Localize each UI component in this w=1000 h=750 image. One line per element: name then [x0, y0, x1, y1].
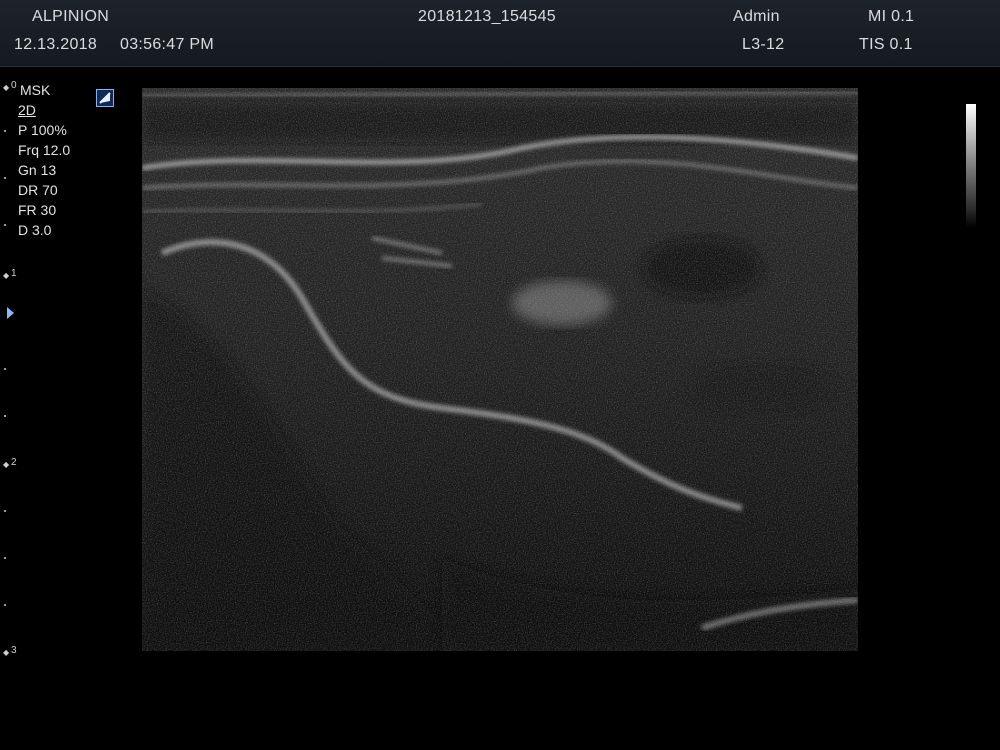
mode-label[interactable]: 2D: [18, 102, 36, 118]
depth-value: D 3.0: [18, 222, 52, 238]
preset-label: MSK: [20, 82, 51, 98]
brand-label: ALPINION: [32, 8, 110, 25]
exam-time: 03:56:47 PM: [120, 36, 215, 53]
power-value: P 100%: [18, 122, 67, 138]
frame-rate-value: FR 30: [18, 202, 57, 218]
frequency-value: Frq 12.0: [18, 142, 71, 158]
probe-name: L3-12: [742, 36, 785, 53]
focus-marker-icon[interactable]: [7, 307, 14, 319]
orientation-marker-icon: [96, 89, 114, 107]
depth-minor-tick: [4, 368, 6, 370]
ultrasound-image-graphic: [142, 88, 858, 651]
depth-minor-tick: [4, 510, 6, 512]
depth-tick: ◆: [3, 271, 10, 280]
depth-label-0: 0: [11, 80, 17, 91]
depth-tick: ◆: [3, 83, 10, 92]
depth-minor-tick: [4, 415, 6, 417]
depth-minor-tick: [4, 177, 6, 179]
header-bar: ALPINION 12.13.2018 03:56:47 PM 20181213…: [0, 0, 1000, 67]
depth-scale: ◆ 0 ◆ 1 ◆ 2 ◆ 3: [0, 80, 20, 670]
depth-tick: ◆: [3, 460, 10, 469]
exam-id: 20181213_154545: [418, 8, 556, 25]
gain-value: Gn 13: [18, 162, 57, 178]
depth-label-3: 3: [11, 645, 17, 656]
dynamic-range-value: DR 70: [18, 182, 58, 198]
depth-minor-tick: [4, 130, 6, 132]
thermal-index: TIS 0.1: [859, 36, 913, 53]
depth-tick: ◆: [3, 648, 10, 657]
mechanical-index: MI 0.1: [868, 8, 915, 25]
depth-label-2: 2: [11, 457, 17, 468]
depth-label-1: 1: [11, 268, 17, 279]
depth-minor-tick: [4, 557, 6, 559]
depth-minor-tick: [4, 224, 6, 226]
grayscale-bar: [966, 104, 976, 228]
exam-date: 12.13.2018: [14, 36, 98, 53]
ultrasound-image[interactable]: [142, 88, 858, 651]
depth-minor-tick: [4, 604, 6, 606]
operator-name: Admin: [733, 8, 780, 25]
